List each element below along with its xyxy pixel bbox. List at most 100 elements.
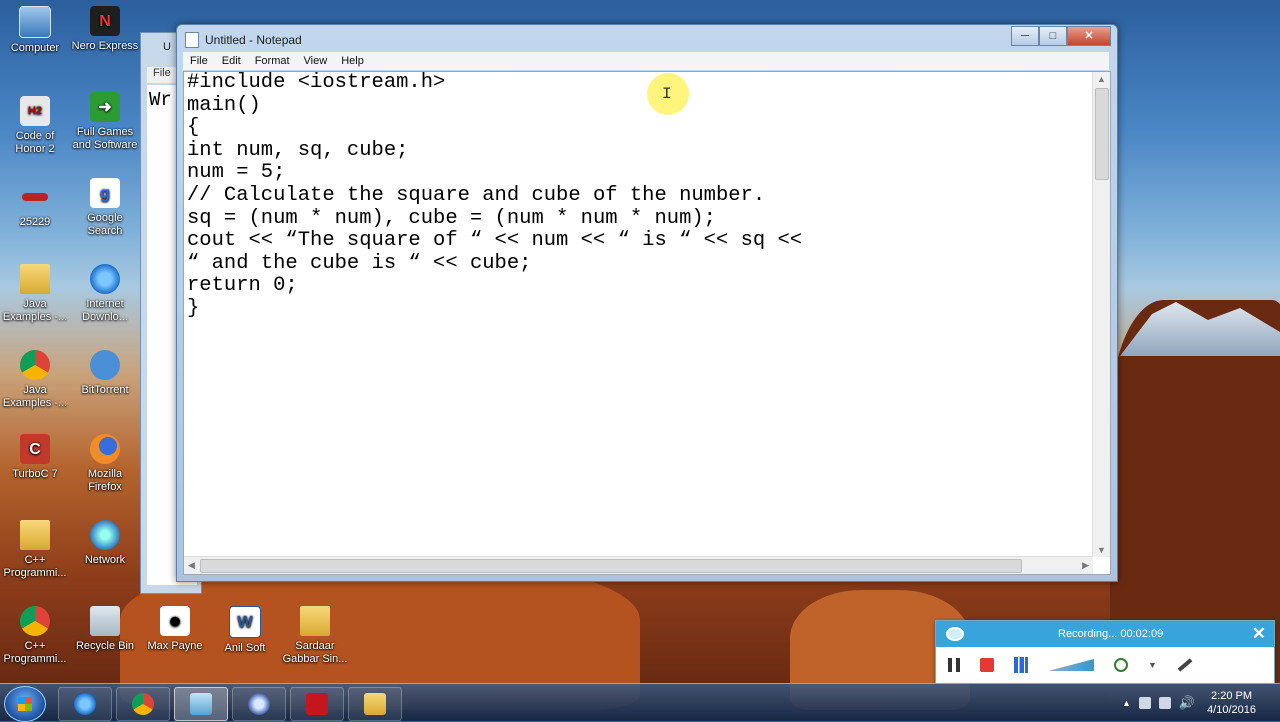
minimize-button[interactable]: ─ (1011, 26, 1039, 46)
nero-icon: N (90, 6, 120, 36)
horizontal-scroll-thumb[interactable] (200, 559, 1022, 573)
desktop-icon-firefox[interactable]: Mozilla Firefox (70, 434, 140, 494)
volume-slider[interactable] (1048, 659, 1094, 671)
close-button[interactable]: ✕ (1067, 26, 1111, 46)
notepad-icon (185, 32, 199, 48)
desktop-icon-anil-soft[interactable]: W Anil Soft (210, 606, 280, 655)
desktop-icon-sardaar-gabbar[interactable]: Sardaar Gabbar Sin... (280, 606, 350, 666)
window-title: Untitled - Notepad (205, 33, 302, 47)
menu-format[interactable]: Format (248, 55, 297, 67)
horizontal-scrollbar[interactable]: ◀ ▶ (184, 556, 1093, 574)
desktop-icon-bittorrent[interactable]: BitTorrent (70, 350, 140, 397)
action-center-flag-icon[interactable] (1138, 696, 1151, 709)
turboc-icon: C (20, 434, 50, 464)
clock-time: 2:20 PM (1211, 689, 1253, 702)
maximize-button[interactable]: □ (1039, 26, 1067, 46)
taskbar-acrobat[interactable] (290, 687, 344, 721)
menu-bar: File Edit Format View Help (183, 52, 1109, 70)
chrome-icon (20, 350, 50, 380)
vertical-scroll-thumb[interactable] (1095, 88, 1109, 180)
desktop-icon-max-payne[interactable]: ☻ Max Payne (140, 606, 210, 653)
acrobat-icon (306, 693, 328, 715)
scroll-right-icon[interactable]: ▶ (1082, 560, 1089, 571)
notepad-window[interactable]: Untitled - Notepad ─ □ ✕ File Edit Forma… (176, 24, 1118, 582)
desktop-icon-label: Java Examples -... (2, 384, 68, 409)
computer-icon (19, 6, 51, 38)
network-tray-icon[interactable] (1158, 696, 1171, 709)
recorder-icon (248, 693, 270, 715)
taskbar-explorer[interactable] (348, 687, 402, 721)
menu-file[interactable]: File (183, 55, 215, 67)
desktop-icon-network[interactable]: Network (70, 520, 140, 567)
taskbar-chrome[interactable] (116, 687, 170, 721)
desktop-icon-label: Max Payne (147, 640, 203, 652)
desktop-icon-cpp-chrome[interactable]: C++ Programmi... (0, 606, 70, 666)
clock[interactable]: 2:20 PM 4/10/2016 (1207, 689, 1256, 717)
desktop-icon-label: 25229 (19, 216, 51, 228)
audio-bars-icon[interactable] (1014, 657, 1028, 673)
text-editor-area[interactable]: #include <iostream.h> main() { int num, … (183, 71, 1111, 575)
screen-recorder-widget[interactable]: Recording... 00:02:09 ✕ ▼ (935, 620, 1275, 684)
chrome-icon (132, 693, 154, 715)
desktop-icon-internet-download[interactable]: Internet Downlo... (70, 264, 140, 324)
recorder-header: Recording... 00:02:09 ✕ (936, 621, 1274, 647)
desktop-icon-label: Code of Honor 2 (15, 130, 55, 155)
show-hidden-icons-icon[interactable]: ▲ (1122, 698, 1131, 708)
camera-icon (946, 627, 964, 641)
desktop-icon-java-examples-folder[interactable]: Java Examples -... (0, 264, 70, 324)
title-bar[interactable]: Untitled - Notepad (185, 29, 302, 51)
menu-help[interactable]: Help (334, 55, 371, 67)
desktop-icon-label: Full Games and Software (72, 126, 138, 151)
volume-icon[interactable]: 🔊 (1179, 695, 1195, 711)
desktop-icon-cpp-folder[interactable]: C++ Programmi... (0, 520, 70, 580)
dropdown-arrow-icon[interactable]: ▼ (1148, 660, 1157, 670)
webcam-icon[interactable] (1114, 658, 1128, 672)
desktop-icon-full-games[interactable]: ➜ Full Games and Software (70, 92, 140, 152)
desktop-icon-25229[interactable]: 25229 (0, 182, 70, 229)
scroll-left-icon[interactable]: ◀ (188, 560, 195, 571)
scroll-down-icon[interactable]: ▼ (1097, 545, 1106, 555)
word-document-icon: W (229, 606, 261, 638)
desktop-icon-label: Network (84, 554, 126, 566)
desktop-icon-java-examples-chrome[interactable]: Java Examples -... (0, 350, 70, 410)
folder-icon (20, 520, 50, 550)
menu-edit[interactable]: Edit (215, 55, 248, 67)
desktop-icon-code-of-honor[interactable]: H2 Code of Honor 2 (0, 96, 70, 156)
system-tray: ▲ 🔊 2:20 PM 4/10/2016 (1122, 684, 1280, 721)
desktop-icon-computer[interactable]: Computer (0, 6, 70, 55)
scroll-up-icon[interactable]: ▲ (1097, 74, 1106, 84)
text-cursor-icon: I (662, 85, 672, 103)
desktop-icon-label: Mozilla Firefox (87, 468, 123, 493)
desktop-icon-label: Sardaar Gabbar Sin... (282, 640, 348, 665)
desktop-icon-label: Nero Express (71, 40, 139, 52)
taskbar-recorder[interactable] (232, 687, 286, 721)
desktop-icon-label: Computer (10, 42, 60, 54)
taskbar-notepad[interactable] (174, 687, 228, 721)
stop-icon[interactable] (980, 658, 994, 672)
desktop-icon-label: C++ Programmi... (3, 554, 67, 579)
desktop-icon-google-search[interactable]: g Google Search (70, 178, 140, 238)
game-icon: H2 (20, 96, 50, 126)
folder-icon (364, 693, 386, 715)
menu-view[interactable]: View (297, 55, 335, 67)
close-icon[interactable]: ✕ (1252, 624, 1266, 644)
desktop-icon-nero-express[interactable]: N Nero Express (70, 6, 140, 53)
code-text[interactable]: #include <iostream.h> main() { int num, … (187, 72, 1087, 321)
recorder-toolbar: ▼ (936, 647, 1274, 683)
globe-icon (90, 264, 120, 294)
desktop-icon-label: Java Examples -... (2, 298, 68, 323)
pause-icon[interactable] (948, 658, 960, 672)
firefox-icon (90, 434, 120, 464)
desktop-icon-label: TurboC 7 (12, 468, 58, 480)
desktop-icon-turboc[interactable]: C TurboC 7 (0, 434, 70, 481)
vertical-scrollbar[interactable]: ▲ ▼ (1092, 72, 1110, 557)
pen-icon[interactable] (1177, 658, 1193, 672)
desktop-icon-recycle-bin[interactable]: Recycle Bin (70, 606, 140, 653)
start-button[interactable] (4, 686, 46, 722)
desktop-icon-label: BitTorrent (81, 384, 129, 396)
taskbar-internet-explorer[interactable] (58, 687, 112, 721)
bittorrent-icon (90, 350, 120, 380)
folder-icon (300, 606, 330, 636)
chrome-icon (20, 606, 50, 636)
max-payne-icon: ☻ (160, 606, 190, 636)
